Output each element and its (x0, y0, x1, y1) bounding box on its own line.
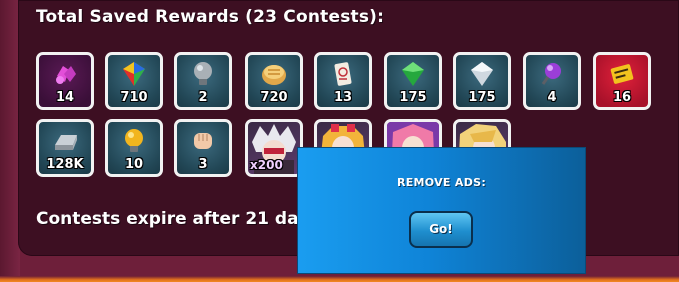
silver-bulb-icon (194, 62, 212, 85)
green-gem-icon (402, 62, 424, 86)
reward-qty: 128K (46, 157, 84, 172)
purple-orb-icon (541, 63, 561, 85)
reward-qty: x200 (250, 158, 283, 172)
reward-qty: 13 (333, 90, 353, 105)
reward-tile-green-gem[interactable]: 175 (384, 52, 442, 110)
rewards-title: Total Saved Rewards (23 Contests): (36, 7, 385, 27)
reward-tile-silver-bulb[interactable]: 2 (174, 52, 232, 110)
reward-tile-silver-ingot[interactable]: 128K (36, 119, 94, 177)
reward-qty: 2 (198, 90, 208, 105)
gold-bread-icon (262, 65, 286, 85)
reward-tile-hero-portrait[interactable]: x200 (245, 119, 303, 177)
reward-qty: 14 (55, 90, 75, 105)
left-frame (0, 0, 20, 282)
reward-tile-fist[interactable]: 3 (174, 119, 232, 177)
bottom-bar (0, 276, 679, 282)
gold-book-icon (610, 64, 634, 84)
reward-tile-pink-crystal[interactable]: 14 (36, 52, 94, 110)
reward-qty: 10 (124, 157, 144, 172)
reward-qty: 175 (468, 90, 496, 105)
reward-qty: 710 (120, 90, 148, 105)
reward-tile-purple-orb[interactable]: 4 (523, 52, 581, 110)
reward-tile-white-gem[interactable]: 175 (453, 52, 511, 110)
reward-tile-gold-book[interactable]: 16 (593, 52, 651, 110)
reward-qty: 4 (547, 90, 557, 105)
reward-tile-gold-bread[interactable]: 720 (245, 52, 303, 110)
remove-ads-popup: REMOVE ADS: Go! (298, 148, 585, 273)
rainbow-gem-icon (123, 62, 145, 86)
pink-crystal-icon (56, 66, 76, 84)
silver-ingot-icon (55, 135, 77, 150)
go-button[interactable]: Go! (409, 211, 473, 248)
reward-qty: 720 (260, 90, 288, 105)
fist-icon (194, 133, 212, 149)
reward-tile-ticket[interactable]: 13 (314, 52, 372, 110)
reward-tile-gold-bulb[interactable]: 10 (105, 119, 163, 177)
gold-bulb-icon (125, 129, 143, 152)
reward-qty: 175 (399, 90, 427, 105)
contests-expire-text: Contests expire after 21 days! (36, 209, 327, 229)
remove-ads-title: REMOVE ADS: (396, 176, 487, 189)
reward-tile-rainbow-gem[interactable]: 710 (105, 52, 163, 110)
ticket-icon (334, 62, 352, 86)
reward-qty: 3 (198, 157, 208, 172)
white-gem-icon (471, 62, 493, 86)
reward-qty: 16 (612, 90, 632, 105)
